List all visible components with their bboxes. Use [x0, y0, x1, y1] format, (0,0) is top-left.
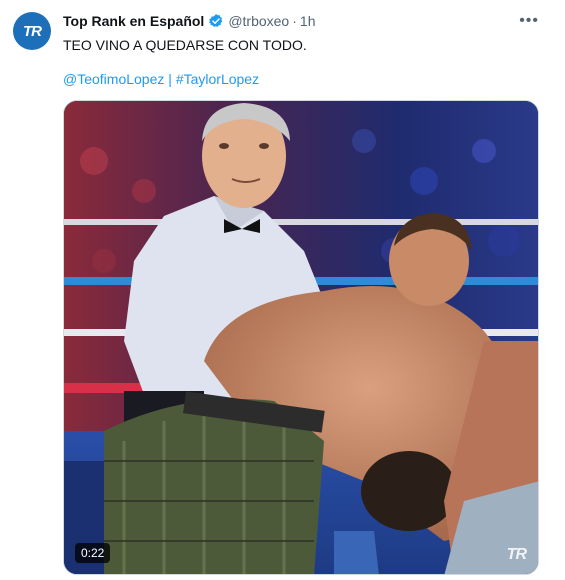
tweet-text: TEO VINO A QUEDARSE CON TODO.: [63, 37, 307, 53]
tweet-card[interactable]: TR Top Rank en Español @trboxeo · 1h •••…: [0, 0, 565, 580]
verified-badge-icon: [209, 14, 223, 27]
video-watermark: TR: [506, 546, 527, 563]
video-frame: [64, 101, 538, 574]
video-duration: 0:22: [75, 543, 111, 563]
author-name[interactable]: Top Rank en Español: [63, 13, 204, 29]
author-handle[interactable]: @trboxeo: [228, 13, 289, 29]
separator-dot: ·: [292, 13, 297, 29]
avatar[interactable]: TR: [13, 12, 51, 50]
tag-divider: |: [168, 71, 172, 87]
mention-link[interactable]: @TeofimoLopez: [63, 71, 164, 87]
more-options-icon[interactable]: •••: [519, 12, 539, 30]
tweet-tags: @TeofimoLopez | #TaylorLopez: [63, 71, 259, 87]
hashtag-link[interactable]: #TaylorLopez: [176, 71, 259, 87]
avatar-logo-text: TR: [23, 22, 42, 40]
tweet-header: Top Rank en Español @trboxeo · 1h: [63, 13, 315, 29]
timestamp[interactable]: 1h: [300, 13, 316, 29]
video-player[interactable]: 0:22 TR: [63, 100, 539, 575]
